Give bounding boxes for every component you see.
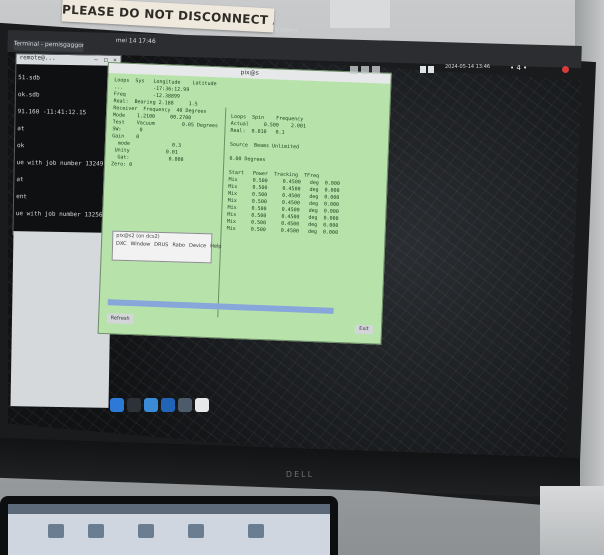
gear-icon[interactable] — [178, 398, 192, 412]
refresh-button[interactable]: Refresh — [106, 313, 134, 325]
viewer-left-panel: Loops Sys Longitude Latitude ... -17:36:… — [110, 77, 219, 169]
folder-icon[interactable] — [188, 524, 204, 538]
window-controls — [350, 66, 390, 74]
monitor-stand — [540, 486, 604, 555]
file-icon[interactable] — [144, 398, 158, 412]
menu-item-device[interactable]: Device — [189, 243, 206, 249]
tray-icons — [420, 66, 442, 74]
system-tray: 2024-05-14 13:46 • 4 • — [350, 64, 570, 78]
status-viewer-window[interactable]: pix@s Loops Sys Longitude Latitude ... -… — [97, 62, 392, 345]
search-icon[interactable] — [161, 398, 175, 412]
folder-icon[interactable] — [248, 524, 264, 538]
terminal-line: ok.sdb — [17, 91, 40, 99]
record-icon[interactable] — [562, 66, 569, 73]
speaker-icon[interactable] — [420, 66, 426, 73]
monitor-icon[interactable] — [127, 398, 141, 412]
folder-icon[interactable] — [138, 524, 154, 538]
vnc-clock: mei 14 17:46 — [115, 37, 156, 46]
laptop-screen — [8, 504, 330, 555]
taskbar — [110, 396, 220, 414]
background-window[interactable] — [10, 231, 112, 408]
minimize-icon[interactable]: – — [92, 56, 99, 63]
exit-button[interactable]: Exit — [354, 324, 374, 335]
window-icon[interactable] — [195, 398, 209, 412]
terminal-line: 91.160 -11:41:12.15 — [17, 108, 87, 117]
menu-item-window[interactable]: Window — [130, 241, 150, 248]
blue-square-icon[interactable] — [110, 398, 124, 412]
viewer-right-panel: Loops Spin Frequency Actual 0.500 2.001 … — [226, 113, 340, 236]
tray-dots: • 4 • — [510, 64, 528, 72]
square-icon[interactable] — [361, 66, 369, 74]
ceiling-panel — [330, 0, 390, 28]
office-photo: mei 14 17:46 Terminal - pemisgaggon txt-… — [0, 0, 604, 555]
network-icon[interactable] — [428, 66, 434, 73]
folder-icon[interactable] — [88, 524, 104, 538]
menu-item-rabo[interactable]: Rabo — [172, 242, 185, 248]
menu-item-dxc[interactable]: DXC — [116, 241, 127, 247]
small-window[interactable]: pix@s2 (on dcs2) DXC Window DRUS Rabo De… — [111, 230, 222, 264]
tray-date: 2024-05-14 13:46 — [445, 64, 491, 70]
terminal-line: 51.sdb — [18, 74, 40, 82]
laptop-topbar — [8, 504, 330, 514]
monitor-brand-logo: DELL — [285, 470, 315, 479]
folder-icon[interactable] — [48, 524, 64, 538]
square-icon[interactable] — [350, 66, 358, 74]
terminal-line: at — [17, 125, 25, 133]
terminal-line: ok — [16, 142, 25, 150]
menu-item-drus[interactable]: DRUS — [154, 242, 168, 248]
laptop — [0, 496, 338, 555]
square-icon[interactable] — [372, 66, 380, 74]
terminal-tab[interactable]: Terminal - pemisgaggon — [13, 40, 84, 53]
menu-item-help[interactable]: Help — [210, 243, 222, 249]
